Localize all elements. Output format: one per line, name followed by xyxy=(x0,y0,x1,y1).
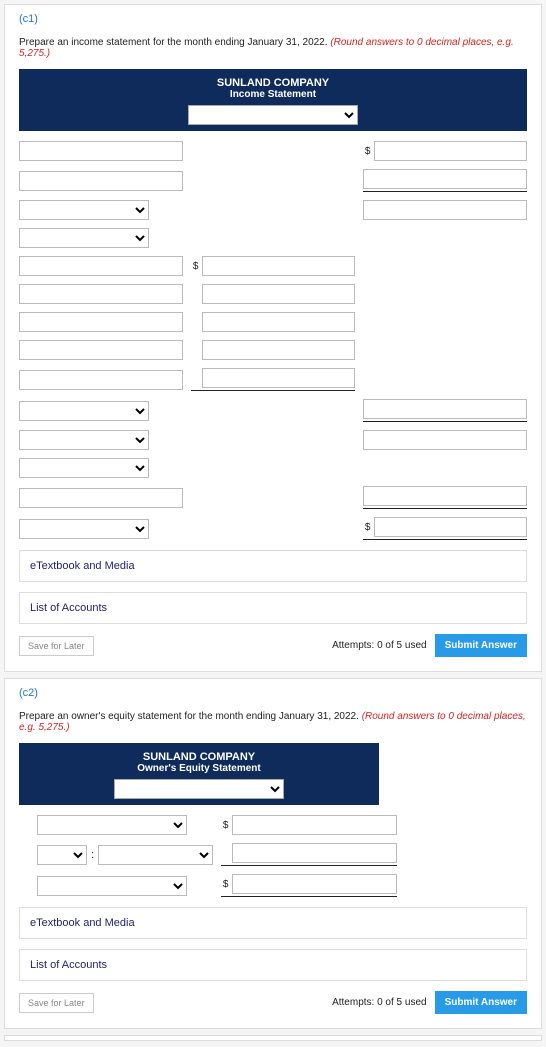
line11-amount[interactable] xyxy=(363,430,527,450)
eq-line2-amount[interactable] xyxy=(232,843,397,863)
line3-amount[interactable] xyxy=(363,200,527,220)
statement-title: Income Statement xyxy=(19,89,527,100)
line11-select[interactable] xyxy=(19,430,149,450)
line6-amount[interactable] xyxy=(202,284,355,304)
line6-account[interactable] xyxy=(19,284,183,304)
line14-select[interactable] xyxy=(19,519,149,539)
panel-c2: (c2) Prepare an owner's equity statement… xyxy=(4,678,542,1029)
panel-next-stub xyxy=(4,1035,542,1041)
line2-account[interactable] xyxy=(19,171,183,191)
dollar-sign: $ xyxy=(191,261,198,272)
dollar-sign: $ xyxy=(221,820,228,831)
line8-account[interactable] xyxy=(19,340,183,360)
line4-select[interactable] xyxy=(19,228,149,248)
save-for-later-button[interactable]: Save for Later xyxy=(19,993,94,1013)
eq-line2-select-b[interactable] xyxy=(98,845,213,865)
line13-amount[interactable] xyxy=(363,486,527,506)
submit-answer-button[interactable]: Submit Answer xyxy=(435,991,527,1014)
instruction-text: Prepare an owner's equity statement for … xyxy=(19,711,527,733)
colon-label: : xyxy=(91,849,94,861)
statement-header: SUNLAND COMPANY Owner's Equity Statement xyxy=(19,743,379,805)
line10-select[interactable] xyxy=(19,401,149,421)
line3-select[interactable] xyxy=(19,200,149,220)
instruction-text: Prepare an income statement for the mont… xyxy=(19,37,527,59)
line9-account[interactable] xyxy=(19,370,183,390)
line1-account[interactable] xyxy=(19,141,183,161)
footer-row: Save for Later Attempts: 0 of 5 used Sub… xyxy=(19,634,527,657)
etextbook-link[interactable]: eTextbook and Media xyxy=(19,907,527,939)
attempts-label: Attempts: 0 of 5 used xyxy=(332,640,427,651)
save-for-later-button[interactable]: Save for Later xyxy=(19,636,94,656)
line5-amount[interactable] xyxy=(202,256,355,276)
instruction-plain: Prepare an owner's equity statement for … xyxy=(19,711,362,722)
line7-amount[interactable] xyxy=(202,312,355,332)
etextbook-link[interactable]: eTextbook and Media xyxy=(19,550,527,582)
footer-row: Save for Later Attempts: 0 of 5 used Sub… xyxy=(19,991,527,1014)
line7-account[interactable] xyxy=(19,312,183,332)
eq-line1-amount[interactable] xyxy=(232,815,397,835)
company-name: SUNLAND COMPANY xyxy=(19,77,527,89)
statement-header: SUNLAND COMPANY Income Statement xyxy=(19,69,527,131)
submit-answer-button[interactable]: Submit Answer xyxy=(435,634,527,657)
line8-amount[interactable] xyxy=(202,340,355,360)
dollar-sign: $ xyxy=(363,146,370,157)
list-of-accounts-link[interactable]: List of Accounts xyxy=(19,949,527,981)
line10-amount[interactable] xyxy=(363,399,527,419)
dollar-sign: $ xyxy=(363,522,370,533)
line12-select[interactable] xyxy=(19,458,149,478)
period-select[interactable] xyxy=(188,105,358,125)
period-select[interactable] xyxy=(114,779,284,799)
line5-account[interactable] xyxy=(19,256,183,276)
line13-account[interactable] xyxy=(19,488,183,508)
statement-title: Owner's Equity Statement xyxy=(19,763,379,774)
instruction-plain: Prepare an income statement for the mont… xyxy=(19,37,330,48)
section-label: (c2) xyxy=(19,687,527,699)
line14-amount[interactable] xyxy=(374,517,527,537)
line2-amount[interactable] xyxy=(363,169,527,189)
line9-amount[interactable] xyxy=(202,368,355,388)
eq-line2-select-a[interactable] xyxy=(37,845,87,865)
income-statement-grid: $ $ $ $ $ $ xyxy=(19,141,527,540)
eq-line3-amount[interactable] xyxy=(232,874,397,894)
list-of-accounts-link[interactable]: List of Accounts xyxy=(19,592,527,624)
line1-amount[interactable] xyxy=(374,141,527,161)
dollar-sign: $ xyxy=(221,879,228,890)
attempts-label: Attempts: 0 of 5 used xyxy=(332,997,427,1008)
eq-line3-select[interactable] xyxy=(37,876,187,896)
section-label: (c1) xyxy=(19,13,527,25)
equity-statement-grid: $ : $ $ xyxy=(37,815,397,897)
eq-line1-select[interactable] xyxy=(37,815,187,835)
company-name: SUNLAND COMPANY xyxy=(19,751,379,763)
panel-c1: (c1) Prepare an income statement for the… xyxy=(4,4,542,672)
